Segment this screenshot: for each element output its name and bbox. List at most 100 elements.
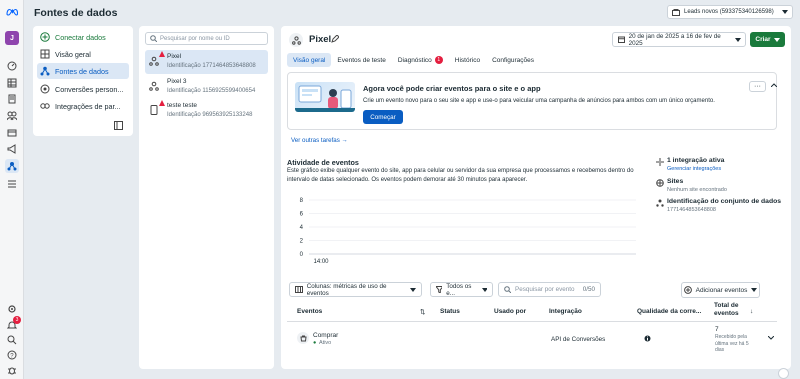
y-tick-label: 2 [300, 239, 304, 245]
add-events-label: Adicionar eventos [695, 286, 748, 294]
info-icon[interactable] [644, 335, 651, 342]
integration-icon [656, 158, 664, 166]
chevron-down-icon [782, 10, 788, 14]
search-icon[interactable] [6, 334, 18, 346]
megaphone-icon[interactable] [6, 143, 18, 155]
tab-history[interactable]: Histórico [449, 53, 486, 67]
menu-icon[interactable] [6, 178, 18, 190]
avatar[interactable]: J [5, 31, 19, 45]
list-item[interactable]: Pixel 3 Identificação 1156925599400654 [145, 75, 268, 99]
business-icon [672, 8, 680, 16]
page-title: Fontes de dados [34, 7, 118, 19]
promo-title: Agora você pode criar eventos para o sit… [363, 84, 541, 93]
nav-item-overview[interactable]: Visão geral [37, 46, 129, 62]
add-events-button[interactable]: Adicionar eventos [681, 282, 760, 298]
pixel-name: Pixel [167, 53, 182, 60]
promo-illustration [295, 82, 355, 112]
col-integration: Integração [549, 308, 582, 315]
edit-pencil-icon[interactable] [331, 35, 339, 43]
tab-settings[interactable]: Configurações [486, 53, 540, 67]
pages-icon[interactable] [6, 93, 18, 105]
purchase-icon [297, 332, 309, 344]
create-button[interactable]: Criar [750, 32, 785, 47]
connect-data-label: Conectar dados [55, 32, 106, 42]
nav-item-partner-integrations[interactable]: Integrações de par... [37, 98, 129, 114]
list-item[interactable]: teste teste Identificação 96956392513324… [145, 99, 268, 123]
notifications-icon[interactable]: 3 [6, 316, 21, 331]
chevron-down-icon [773, 37, 780, 42]
date-range-picker[interactable]: 20 de jan de 2025 a 16 de fev de 2025 [612, 32, 746, 47]
search-icon [150, 35, 157, 42]
columns-label: Colunas: métricas de uso de eventos [306, 282, 387, 297]
nav-item-custom-conversions[interactable]: Conversões person... [37, 81, 129, 97]
chevron-down-icon [751, 288, 758, 292]
sort-desc-icon[interactable]: ↓ [750, 308, 753, 315]
audience-icon[interactable] [6, 110, 18, 122]
pixel-name: teste teste [167, 102, 197, 109]
tab-label: Visão geral [293, 56, 326, 64]
events-manager-icon[interactable] [5, 159, 19, 173]
col-total-events[interactable]: Total de eventos [714, 302, 744, 318]
sites-title: Sites [667, 178, 684, 185]
manage-integrations-link[interactable]: Gerenciar integrações [667, 166, 721, 172]
expand-row-icon[interactable] [768, 336, 774, 340]
plus-circle-icon [683, 286, 692, 294]
filter-icon [436, 286, 443, 293]
feedback-icon[interactable] [778, 368, 789, 379]
pixel-icon [149, 56, 159, 66]
date-range-label: 20 de jan de 2025 a 16 de fev de 2025 [628, 32, 721, 47]
list-item[interactable]: Pixel Identificação 1771464853648808 [145, 50, 268, 74]
billing-icon[interactable] [6, 127, 18, 139]
dataset-title: Identificação do conjunto de dados [667, 198, 782, 205]
col-status: Status [440, 308, 460, 315]
event-type-filter-label: Todos os e... [446, 282, 472, 297]
sort-icon[interactable]: ⇅ [420, 308, 425, 316]
tab-test-events[interactable]: Eventos de teste [331, 53, 391, 67]
dashboard-icon[interactable] [6, 60, 18, 72]
event-activity-chart: 0 2 4 6 8 14:00 [300, 198, 636, 265]
pixel-name: Pixel 3 [167, 78, 187, 85]
help-icon[interactable]: ? [6, 349, 18, 361]
table-icon[interactable] [6, 77, 18, 89]
nav-item-partner-integrations-label: Integrações de par... [55, 101, 121, 111]
event-type-filter[interactable]: Todos os e... [430, 282, 493, 297]
event-search-input[interactable]: Pesquisar por evento 0/50 [498, 282, 601, 297]
more-options-button[interactable]: ··· [749, 81, 766, 92]
bug-report-icon[interactable] [6, 364, 18, 376]
connect-data-button[interactable]: Conectar dados [37, 29, 129, 45]
app-icon [150, 105, 158, 115]
globe-icon [656, 179, 664, 187]
see-more-tasks-link[interactable]: Ver outras tarefas → [291, 137, 348, 144]
activity-title: Atividade de eventos [287, 158, 359, 167]
integration-title: 1 integração ativa [667, 157, 725, 164]
tab-label: Eventos de teste [337, 56, 386, 64]
nav-item-data-sources[interactable]: Fontes de dados [37, 63, 129, 79]
collapse-panel-icon[interactable] [114, 121, 123, 130]
col-events[interactable]: Eventos [297, 308, 322, 315]
event-status-dot: ● [313, 340, 317, 346]
calendar-icon [618, 36, 625, 43]
left-rail: J 3 ? [0, 0, 24, 379]
event-integration: API de Conversões [551, 336, 606, 343]
settings-icon[interactable] [6, 303, 18, 315]
meta-logo-icon[interactable] [6, 6, 18, 18]
account-selector[interactable]: Leads novos (593375340126598) [667, 5, 793, 19]
tab-label: Configurações [492, 56, 535, 64]
tab-label: Histórico [454, 56, 481, 64]
activity-description: Este gráfico exibe qualquer evento do si… [287, 168, 634, 183]
promo-description: Crie um evento novo para o seu site e ap… [363, 98, 715, 104]
chevron-down-icon [735, 37, 741, 42]
search-input[interactable]: Pesquisar por nome ou ID [145, 32, 268, 45]
chevron-up-icon[interactable] [771, 83, 777, 87]
table-row[interactable]: Comprar ● Ativo API de Conversões 7 Rece… [287, 324, 777, 366]
event-search-placeholder: Pesquisar por evento [515, 286, 575, 293]
y-tick-label: 0 [300, 252, 304, 258]
nav-item-data-sources-label: Fontes de dados [55, 66, 109, 76]
tab-diagnostics[interactable]: Diagnóstico 1 [392, 53, 449, 67]
tab-overview[interactable]: Visão geral [287, 53, 332, 67]
warning-icon [159, 100, 165, 106]
columns-dropdown[interactable]: Colunas: métricas de uso de eventos [289, 282, 422, 297]
custom-conversions-icon [40, 84, 50, 94]
get-started-button[interactable]: Começar [363, 110, 403, 124]
event-status: Ativo [319, 340, 332, 346]
